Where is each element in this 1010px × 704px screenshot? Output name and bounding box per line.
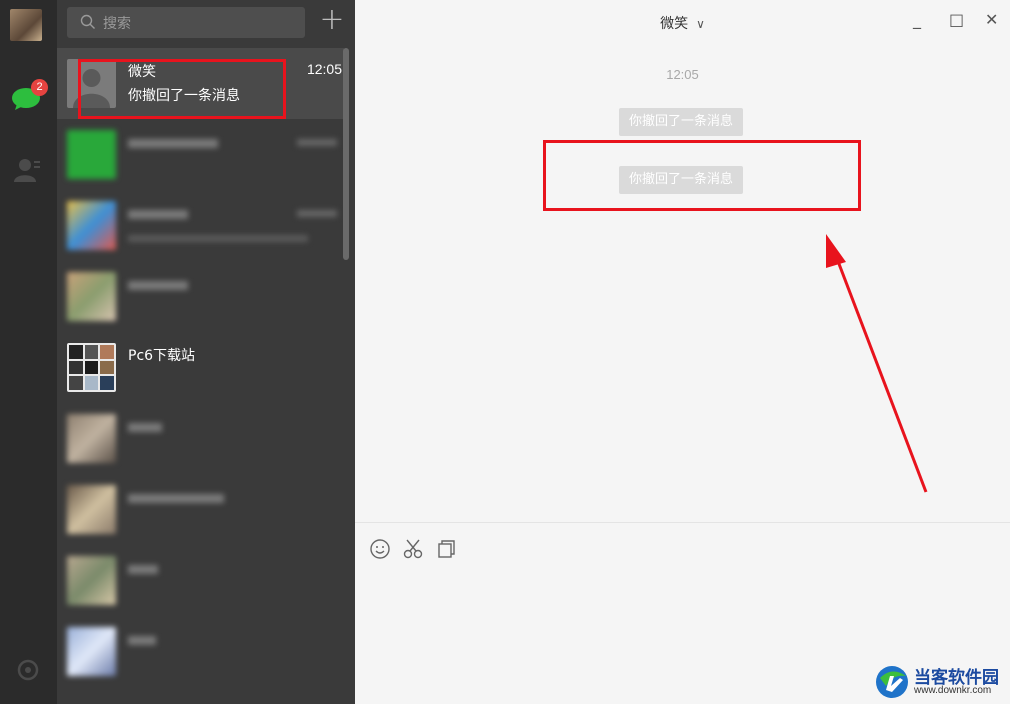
close-button[interactable]: ✕	[985, 10, 998, 29]
conversation-item[interactable]	[57, 545, 344, 616]
chat-title-text: 微笑	[660, 16, 689, 32]
contact-avatar	[67, 627, 116, 676]
search-icon	[80, 14, 95, 29]
contact-avatar	[67, 414, 116, 463]
message-timestamp: 12:05	[666, 67, 699, 82]
logo-mark-icon	[876, 666, 908, 698]
conversation-item[interactable]	[57, 403, 344, 474]
contact-avatar	[67, 130, 116, 179]
contact-avatar	[67, 272, 116, 321]
conversation-item[interactable]: Pc6下载站	[57, 332, 344, 403]
watermark-logo: 当客软件园 www.downkr.com	[870, 662, 1010, 704]
watermark-url: www.downkr.com	[914, 685, 992, 696]
user-avatar[interactable]	[10, 9, 42, 41]
conversation-item[interactable]	[57, 190, 344, 261]
conversation-item[interactable]	[57, 616, 344, 687]
annotation-box-conversation	[78, 59, 286, 119]
emoji-icon[interactable]	[369, 538, 391, 560]
last-message-time: 12:05	[306, 61, 342, 77]
conversation-item[interactable]	[57, 261, 344, 332]
search-box[interactable]: 搜索	[67, 7, 305, 38]
file-icon[interactable]	[435, 538, 457, 560]
group-avatar	[67, 343, 116, 392]
contacts-icon[interactable]	[12, 155, 42, 185]
list-scrollbar[interactable]	[343, 48, 349, 260]
maximize-button[interactable]: □	[949, 10, 964, 29]
conversation-item[interactable]	[57, 119, 344, 190]
nav-rail: 2	[0, 0, 57, 704]
chat-panel: 微笑 ∨ _ □ ✕ 12:05 你撤回了一条消息 你撤回了一条消息	[355, 0, 1010, 704]
unread-badge: 2	[31, 79, 48, 96]
contact-avatar	[67, 556, 116, 605]
screenshot-icon[interactable]	[402, 538, 424, 560]
contact-name: Pc6下载站	[128, 348, 196, 364]
conversation-item[interactable]	[57, 474, 344, 545]
add-icon[interactable]: +	[319, 5, 345, 36]
search-placeholder: 搜索	[103, 16, 131, 32]
chat-title[interactable]: 微笑 ∨	[355, 13, 1010, 33]
contact-avatar	[67, 201, 116, 250]
contact-avatar	[67, 485, 116, 534]
system-message: 你撤回了一条消息	[619, 108, 744, 136]
minimize-button[interactable]: _	[913, 10, 921, 29]
input-divider	[355, 522, 1010, 523]
annotation-box-message	[543, 140, 861, 211]
menu-icon[interactable]	[16, 658, 40, 682]
chevron-down-icon[interactable]: ∨	[696, 17, 705, 31]
